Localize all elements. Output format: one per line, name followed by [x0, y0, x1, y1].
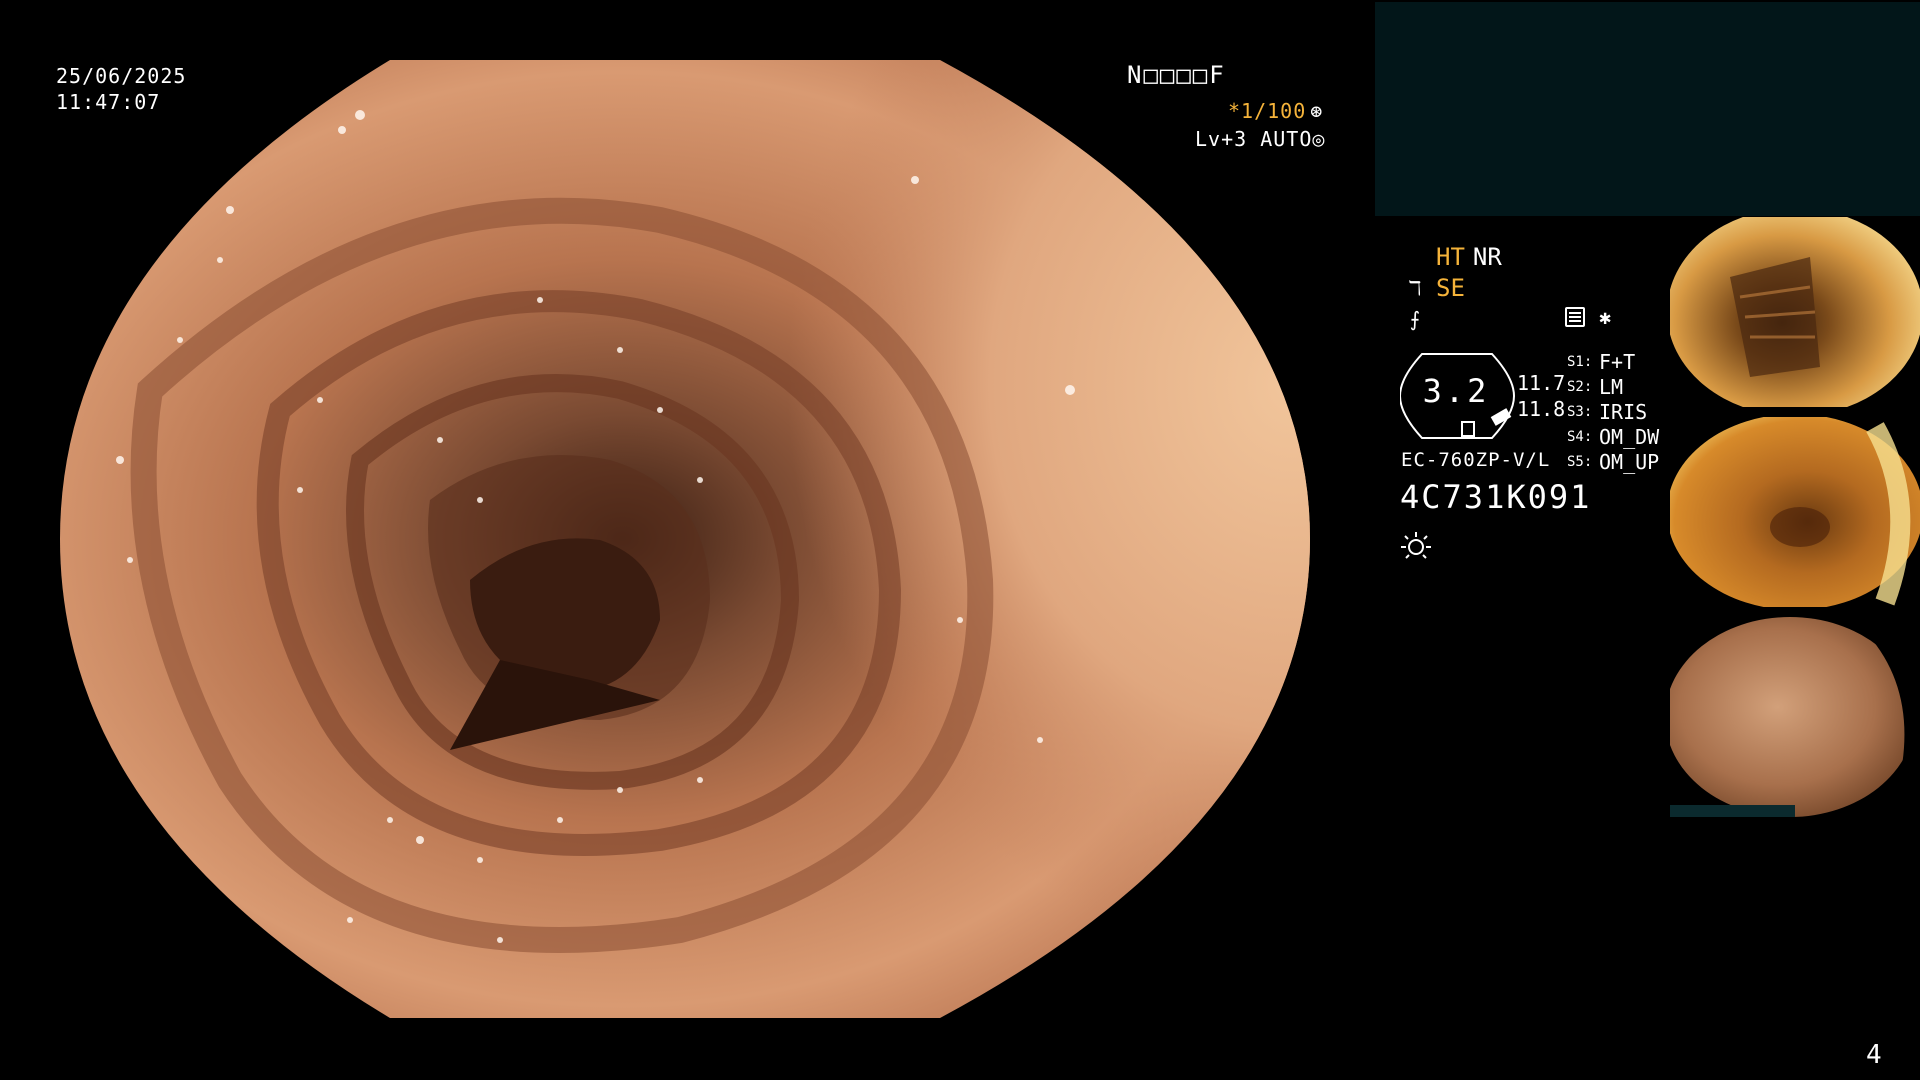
zoom-value: 3.2: [1422, 372, 1490, 410]
switch-label: F+T: [1599, 350, 1636, 374]
page-number: 4: [1866, 1040, 1882, 1070]
switch-label: OM_UP: [1599, 450, 1660, 474]
switch-row: S2: LM: [1567, 375, 1659, 400]
thumbnail-image: [1670, 617, 1920, 817]
filter-icon: ⨍: [1409, 307, 1421, 331]
switch-row: S4: OM_DW: [1567, 425, 1659, 450]
endoscope-main-view: [60, 60, 1310, 1018]
nr-mode-label: NR: [1472, 243, 1502, 271]
thumbnail-2[interactable]: [1670, 417, 1920, 607]
switch-key: S3:: [1567, 404, 1593, 420]
time-label: 11:47:07: [56, 90, 161, 114]
enhancement-icon: ℸ: [1408, 276, 1422, 300]
info-panel-top: [1375, 2, 1920, 216]
date-label: 25/06/2025: [56, 64, 187, 88]
ht-mode-label: HT: [1436, 243, 1465, 271]
patient-id: N□□□□F: [1127, 61, 1226, 89]
thumbnail-3[interactable]: [1670, 617, 1920, 817]
zoom-scale-bottom: 11.8: [1517, 397, 1566, 421]
light-icon: [1401, 532, 1431, 559]
endoscopy-screen: 25/06/2025 11:47:07 N□□□□F *1/100 ⊛ Lv+3 …: [0, 0, 1920, 1080]
switch-row: S1: F+T: [1567, 350, 1659, 375]
se-mode-label: SE: [1436, 274, 1465, 302]
zoom-scale-top: 11.7: [1517, 371, 1566, 395]
brightness-level: Lv+3 AUTO◎: [1195, 126, 1325, 152]
switch-label: LM: [1599, 375, 1624, 399]
aperture-icon: ⊛: [1310, 99, 1324, 123]
switch-label: OM_DW: [1599, 425, 1660, 449]
shutter-speed: *1/100 ⊛: [1228, 98, 1323, 124]
switch-key: S4:: [1567, 429, 1593, 445]
thumbnail-1[interactable]: [1670, 217, 1920, 407]
auto-iris-icon: ◎: [1312, 127, 1326, 151]
date-time: 25/06/2025 11:47:07: [56, 63, 186, 115]
shutter-speed-value: *1/100: [1228, 99, 1307, 123]
switch-label: IRIS: [1599, 400, 1648, 424]
endoscope-image: [60, 60, 1310, 1018]
keyboard-icon: [1565, 307, 1585, 327]
switch-row: S5: OM_UP: [1567, 450, 1659, 475]
brightness-level-value: Lv+3 AUTO: [1195, 127, 1313, 151]
zoom-scale: 11.7 11.8: [1517, 370, 1565, 422]
switch-key: S5:: [1567, 454, 1593, 470]
image-mode-indicators: HT NR ℸ SE ⨍: [1402, 242, 1502, 335]
thumbnail-image: [1670, 217, 1920, 407]
scope-switch-list: S1: F+T S2: LM S3: IRIS S4: OM_DW S5: OM_UP: [1567, 350, 1659, 475]
asterisk-icon: ✱: [1599, 305, 1612, 329]
scope-serial: 4C731K091: [1400, 478, 1592, 516]
switch-key: S1:: [1567, 354, 1593, 370]
thumbnail-image: [1670, 417, 1920, 607]
switch-row: S3: IRIS: [1567, 400, 1659, 425]
scope-model: EC-760ZP-V/L: [1401, 449, 1551, 471]
switch-key: S2:: [1567, 379, 1593, 395]
function-icons: ✱: [1565, 305, 1611, 329]
